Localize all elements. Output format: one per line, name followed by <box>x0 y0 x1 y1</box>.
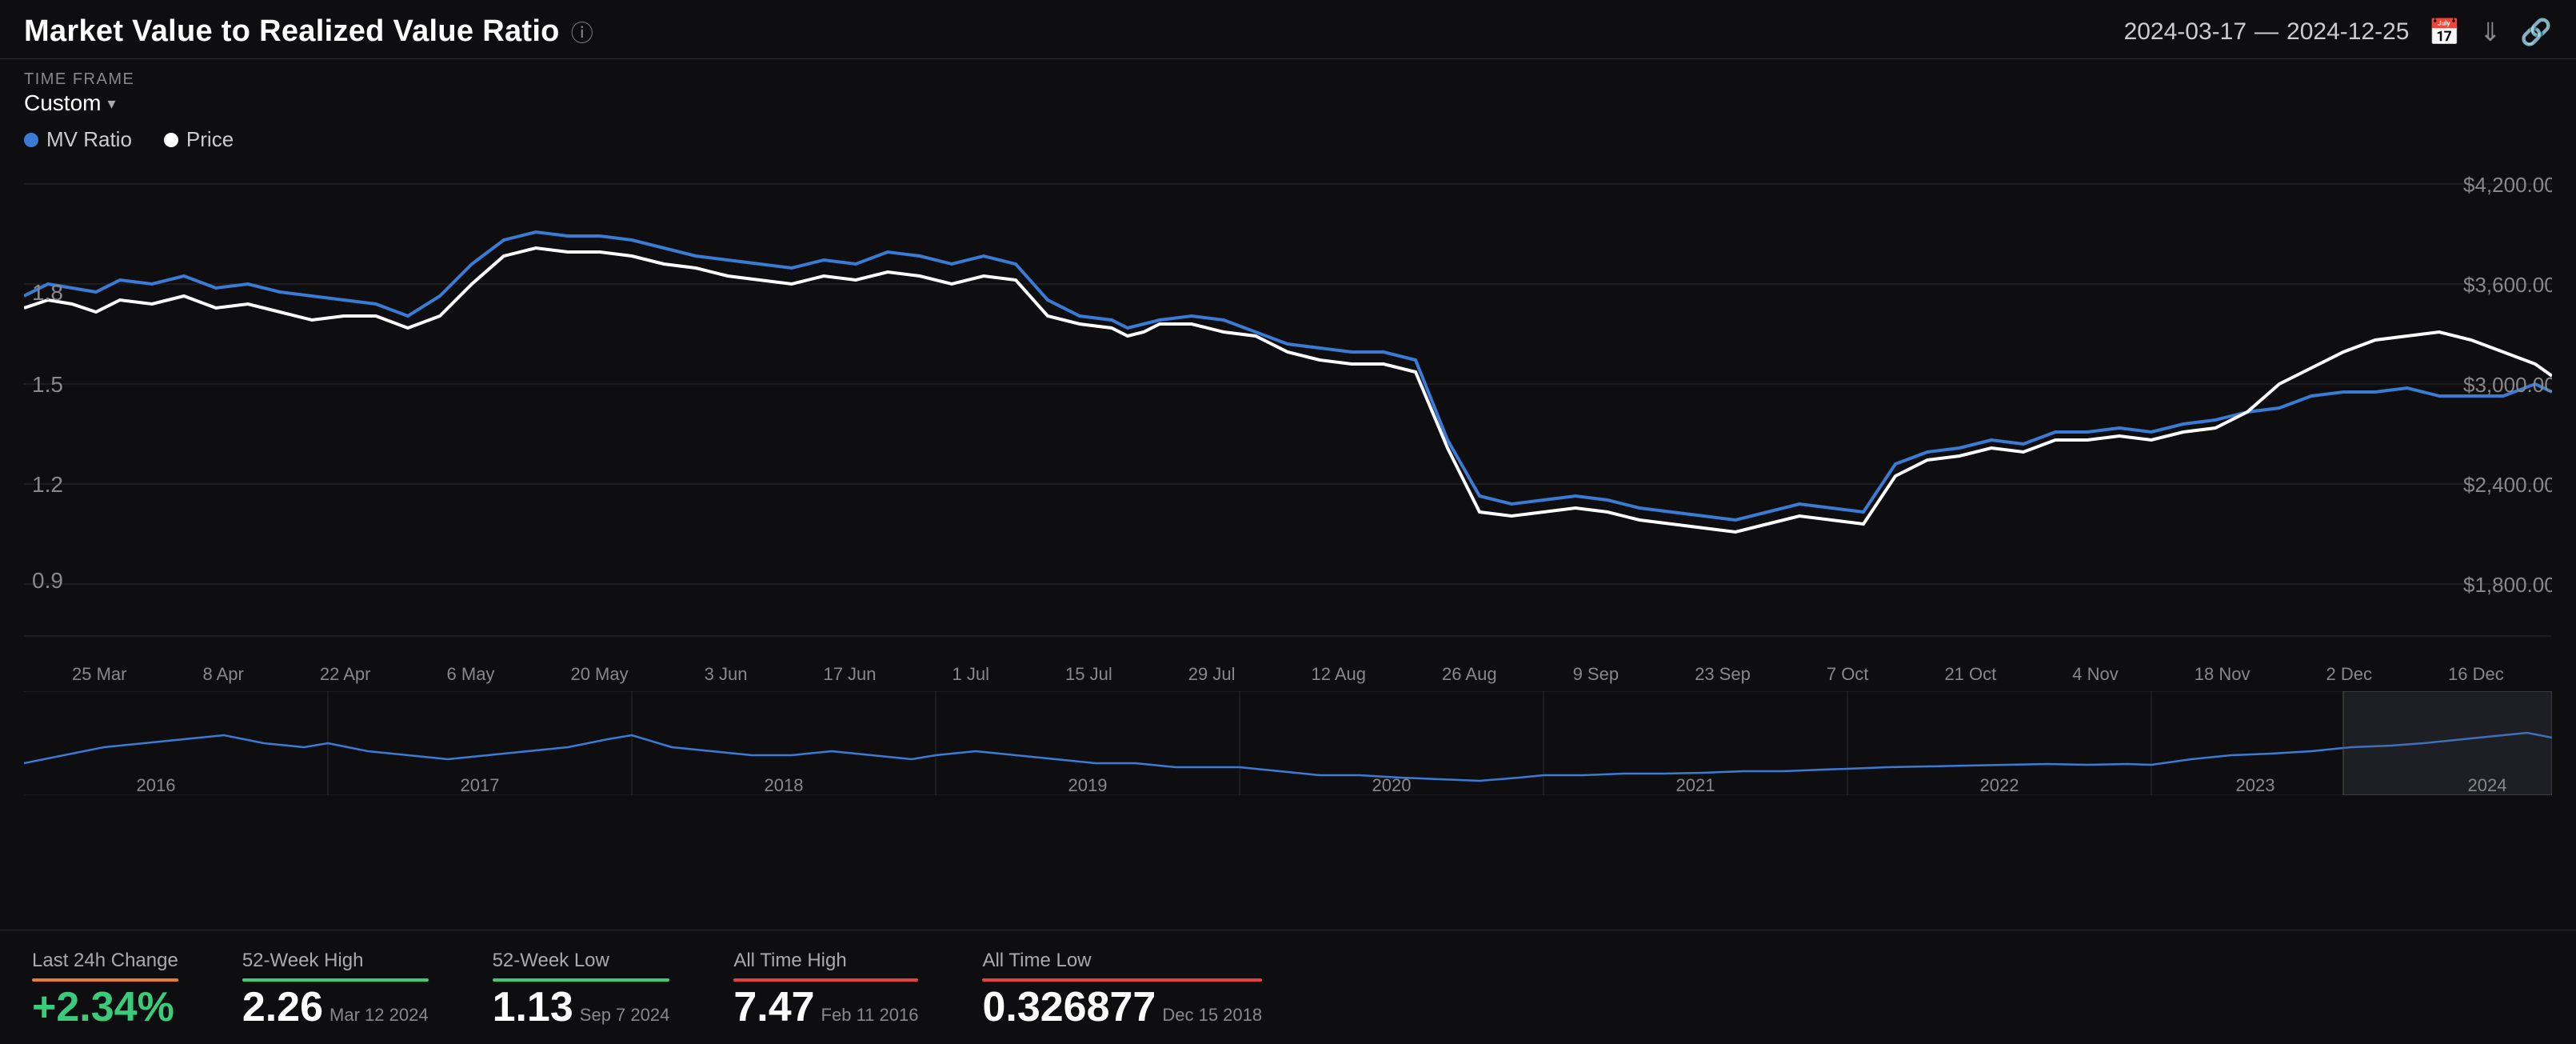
svg-text:2022: 2022 <box>1980 775 2019 795</box>
stat-52wk-high-label: 52-Week High <box>242 950 429 972</box>
main-container: Market Value to Realized Value Ratio ⓘ 2… <box>0 0 2576 1044</box>
svg-text:2018: 2018 <box>765 775 804 795</box>
controls-row: TIME FRAME Custom ▾ <box>0 59 2576 122</box>
stat-24h-change: Last 24h Change +2.34% <box>32 950 178 1028</box>
x-label-12: 9 Sep <box>1573 664 1619 685</box>
stat-atl-sub: Dec 15 2018 <box>1162 1005 1262 1025</box>
stat-ath-underline <box>733 978 918 982</box>
svg-text:1.2: 1.2 <box>32 472 63 497</box>
mv-ratio-label: MV Ratio <box>46 127 132 152</box>
x-label-1: 8 Apr <box>203 664 244 685</box>
x-label-8: 15 Jul <box>1065 664 1112 685</box>
x-label-3: 6 May <box>447 664 495 685</box>
svg-text:$1,800.00: $1,800.00 <box>2463 573 2552 597</box>
x-label-4: 20 May <box>570 664 628 685</box>
legend-row: MV Ratio Price <box>0 122 2576 160</box>
x-label-11: 26 Aug <box>1442 664 1497 685</box>
svg-text:2019: 2019 <box>1068 775 1108 795</box>
x-axis-row: 25 Mar 8 Apr 22 Apr 6 May 20 May 3 Jun 1… <box>24 656 2552 685</box>
header-left: Market Value to Realized Value Ratio ⓘ <box>24 14 593 49</box>
main-chart-svg: 1.8 1.5 1.2 0.9 $4,200.00 $3,600.00 $3,0… <box>24 160 2552 656</box>
svg-text:$2,400.00: $2,400.00 <box>2463 473 2552 497</box>
timeframe-value: Custom <box>24 90 101 116</box>
link-icon[interactable]: 🔗 <box>2520 17 2552 47</box>
stat-atl-value: 0.326877 Dec 15 2018 <box>982 986 1262 1028</box>
x-label-5: 3 Jun <box>705 664 748 685</box>
svg-text:0.9: 0.9 <box>32 568 63 593</box>
stat-24h-underline <box>32 978 178 982</box>
stat-52wk-high: 52-Week High 2.26 Mar 12 2024 <box>242 950 429 1028</box>
svg-text:2021: 2021 <box>1676 775 1715 795</box>
stat-24h-label: Last 24h Change <box>32 950 178 972</box>
x-label-19: 16 Dec <box>2448 664 2504 685</box>
date-separator: — <box>2254 18 2278 46</box>
stat-52wk-low-sub: Sep 7 2024 <box>580 1005 670 1025</box>
svg-text:1.8: 1.8 <box>32 280 63 305</box>
mv-ratio-dot <box>24 133 38 147</box>
svg-text:1.5: 1.5 <box>32 372 63 397</box>
stat-ath-number: 7.47 <box>733 984 814 1030</box>
stat-52wk-low-value: 1.13 Sep 7 2024 <box>493 986 670 1028</box>
info-icon[interactable]: ⓘ <box>571 16 593 48</box>
stat-52wk-low: 52-Week Low 1.13 Sep 7 2024 <box>493 950 670 1028</box>
header: Market Value to Realized Value Ratio ⓘ 2… <box>0 0 2576 59</box>
legend-mv-ratio: MV Ratio <box>24 127 132 152</box>
stat-52wk-high-sub: Mar 12 2024 <box>329 1005 429 1025</box>
timeframe-select[interactable]: Custom ▾ <box>24 90 134 116</box>
svg-text:2024: 2024 <box>2468 775 2507 795</box>
legend-price: Price <box>164 127 234 152</box>
stat-atl-label: All Time Low <box>982 950 1262 972</box>
x-label-6: 17 Jun <box>823 664 876 685</box>
svg-text:2017: 2017 <box>461 775 500 795</box>
stat-ath-label: All Time High <box>733 950 918 972</box>
stat-ath-sub: Feb 11 2016 <box>821 1005 919 1025</box>
svg-text:$3,000.00: $3,000.00 <box>2463 373 2552 397</box>
x-label-16: 4 Nov <box>2072 664 2118 685</box>
stat-52wk-low-label: 52-Week Low <box>493 950 670 972</box>
stat-atl-number: 0.326877 <box>982 984 1156 1030</box>
timeframe-label: TIME FRAME <box>24 70 134 89</box>
date-end: 2024-12-25 <box>2286 18 2409 46</box>
mini-chart: 2016 2017 2018 2019 2020 2021 2022 2023 … <box>24 691 2552 795</box>
price-dot <box>164 133 178 147</box>
svg-text:$3,600.00: $3,600.00 <box>2463 273 2552 297</box>
chevron-down-icon: ▾ <box>107 94 115 114</box>
x-label-9: 29 Jul <box>1188 664 1236 685</box>
stat-52wk-low-underline <box>493 978 670 982</box>
x-label-14: 7 Oct <box>1827 664 1869 685</box>
timeframe-control[interactable]: TIME FRAME Custom ▾ <box>24 70 134 116</box>
svg-text:2016: 2016 <box>137 775 176 795</box>
chart-title: Market Value to Realized Value Ratio <box>24 14 560 49</box>
header-right: 2024-03-17 — 2024-12-25 📅 ⇓ 🔗 <box>2124 17 2552 47</box>
x-label-2: 22 Apr <box>320 664 371 685</box>
x-label-15: 21 Oct <box>1944 664 1996 685</box>
stat-24h-value: +2.34% <box>32 986 178 1028</box>
stat-52wk-low-number: 1.13 <box>493 984 573 1030</box>
x-label-13: 23 Sep <box>1695 664 1751 685</box>
x-label-7: 1 Jul <box>953 664 989 685</box>
stat-ath-value: 7.47 Feb 11 2016 <box>733 986 918 1028</box>
chart-area: 1.8 1.5 1.2 0.9 $4,200.00 $3,600.00 $3,0… <box>0 160 2576 930</box>
calendar-icon[interactable]: 📅 <box>2429 17 2461 47</box>
download-icon[interactable]: ⇓ <box>2479 17 2501 47</box>
stats-row: Last 24h Change +2.34% 52-Week High 2.26… <box>0 930 2576 1044</box>
stat-52wk-high-underline <box>242 978 429 982</box>
date-range: 2024-03-17 — 2024-12-25 <box>2124 18 2410 46</box>
svg-text:$4,200.00: $4,200.00 <box>2463 173 2552 197</box>
stat-atl: All Time Low 0.326877 Dec 15 2018 <box>982 950 1262 1028</box>
x-label-18: 2 Dec <box>2326 664 2372 685</box>
stat-ath: All Time High 7.47 Feb 11 2016 <box>733 950 918 1028</box>
x-label-0: 25 Mar <box>72 664 126 685</box>
stat-52wk-high-value: 2.26 Mar 12 2024 <box>242 986 429 1028</box>
main-chart: 1.8 1.5 1.2 0.9 $4,200.00 $3,600.00 $3,0… <box>24 160 2552 656</box>
price-label: Price <box>186 127 234 152</box>
x-label-10: 12 Aug <box>1312 664 1367 685</box>
mini-chart-svg: 2016 2017 2018 2019 2020 2021 2022 2023 … <box>24 691 2552 795</box>
svg-text:2023: 2023 <box>2236 775 2275 795</box>
stat-atl-underline <box>982 978 1262 982</box>
stat-52wk-high-number: 2.26 <box>242 984 323 1030</box>
x-label-17: 18 Nov <box>2195 664 2251 685</box>
date-start: 2024-03-17 <box>2124 18 2247 46</box>
svg-text:2020: 2020 <box>1372 775 1412 795</box>
